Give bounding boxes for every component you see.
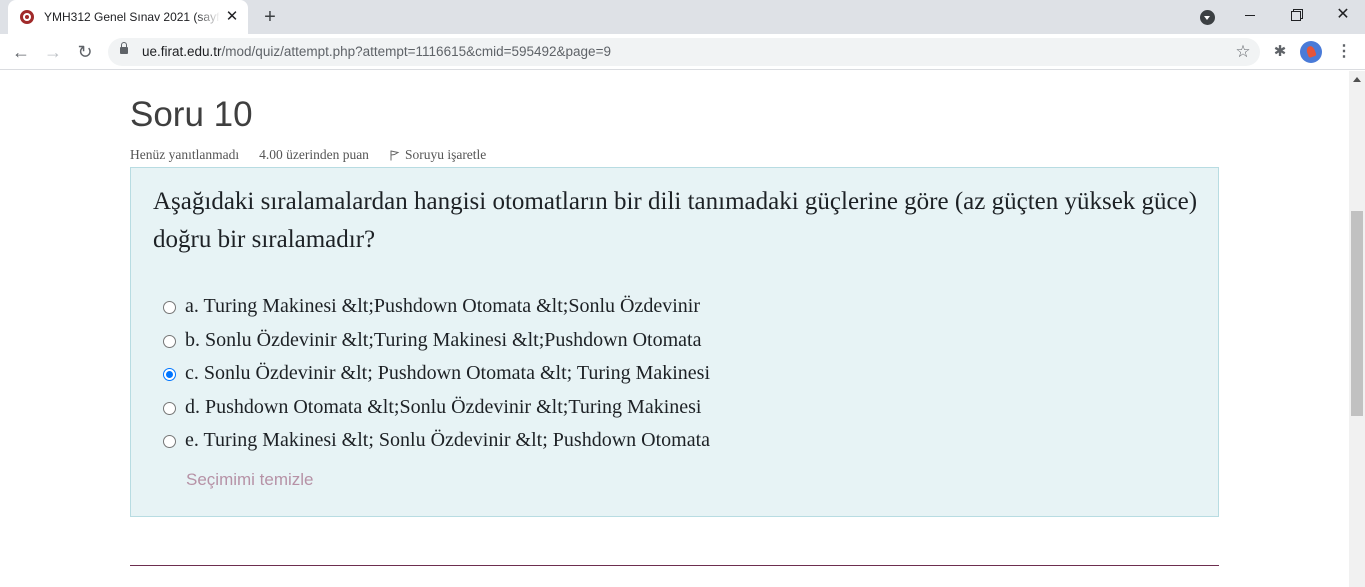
scrollbar-thumb[interactable] [1351,211,1363,416]
profile-avatar[interactable] [1300,41,1322,63]
tab-title: YMH312 Genel Sınav 2021 (sayfa 10 / 25) [44,10,220,26]
close-window-button[interactable]: ✕ [1328,3,1358,27]
site-favicon-icon [20,10,34,24]
answer-radio-b[interactable] [163,334,176,348]
clear-choice-link[interactable]: Seçimimi temizle [186,470,314,490]
forward-button[interactable]: → [39,38,67,66]
question-grade: 4.00 üzerinden puan [259,147,369,162]
scroll-up-arrow-icon[interactable] [1353,77,1361,82]
minimize-button[interactable] [1235,3,1265,27]
page-viewport: Soru 10 Henüz yanıtlanmadı 4.00 üzerinden… [0,71,1349,587]
lock-icon[interactable] [120,42,128,54]
answer-radio-e[interactable] [163,435,176,448]
page-scrollbar[interactable] [1349,71,1365,587]
url-host: ue.firat.edu.tr [142,44,222,59]
answer-radio-d[interactable] [163,401,176,415]
browser-tab[interactable]: YMH312 Genel Sınav 2021 (sayfa 10 / 25) … [8,0,248,34]
new-tab-button[interactable]: + [258,6,282,28]
extensions-puzzle-icon[interactable]: ✱ [1270,42,1290,62]
browser-tabstrip: YMH312 Genel Sınav 2021 (sayfa 10 / 25) … [0,0,1365,34]
flag-question-label: Soruyu işaretle [404,147,487,162]
answer-label-a[interactable]: a. Turing Makinesi &lt;Pushdown Otomata … [185,295,700,318]
reload-button[interactable]: ↻ [71,38,99,66]
url-path: /mod/quiz/attempt.php?attempt=1116615&cm… [221,44,611,59]
question-formulation: Aşağıdaki sıralamalardan hangisi otomatl… [130,167,1219,517]
question-state: Henüz yanıtlanmadı [130,147,240,162]
question-number: Soru 10 [130,95,253,134]
answer-radio-c[interactable] [163,368,176,381]
url-text[interactable]: ue.firat.edu.tr/mod/quiz/attempt.php?att… [142,44,611,59]
answer-label-c[interactable]: c. Sonlu Özdevinir &lt; Pushdown Otomata… [185,362,710,385]
answer-label-e[interactable]: e. Turing Makinesi &lt; Sonlu Özdevinir … [185,429,710,452]
address-bar[interactable]: ue.firat.edu.tr/mod/quiz/attempt.php?att… [108,38,1260,66]
question-info: Henüz yanıtlanmadı 4.00 üzerinden puan Sor… [130,147,486,163]
question-text: Aşağıdaki sıralamalardan hangisi otomatl… [153,188,1198,253]
bookmark-star-icon[interactable]: ☆ [1232,41,1254,63]
answer-radio-a[interactable] [163,301,176,314]
flag-icon [390,150,400,161]
section-divider [130,565,1219,566]
answer-label-b[interactable]: b. Sonlu Özdevinir &lt;Turing Makinesi &… [185,329,701,352]
browser-menu-icon[interactable]: ⋮ [1334,38,1354,66]
browser-toolbar: ← → ↻ ue.firat.edu.tr/mod/quiz/attempt.p… [0,34,1365,70]
answer-label-d[interactable]: d. Pushdown Otomata &lt;Sonlu Özdevinir … [185,396,701,419]
tab-search-icon[interactable] [1200,10,1215,25]
restore-button[interactable] [1282,3,1312,27]
back-button[interactable]: ← [7,38,35,66]
flag-question-link[interactable]: Soruyu işaretle [389,147,486,163]
tab-close-icon[interactable]: ✕ [223,8,241,26]
